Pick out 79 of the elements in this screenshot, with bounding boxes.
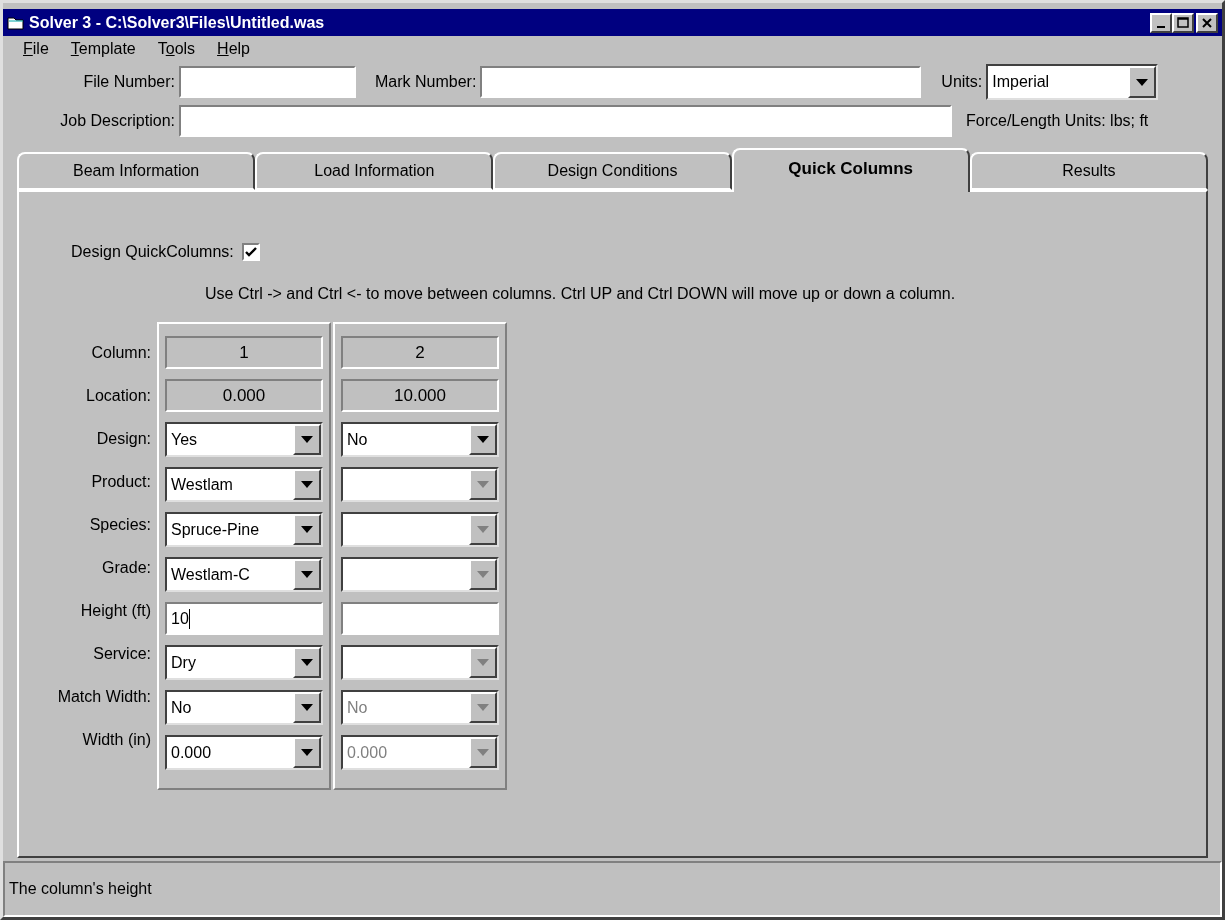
caret-icon [477,659,489,666]
tab[interactable]: Results [969,152,1208,190]
dropdown-field[interactable]: No [341,422,499,457]
row-label: Width (in) [82,729,151,750]
menu-item[interactable]: Tools [157,37,196,61]
input-field[interactable] [480,66,922,98]
minimize-icon [1157,25,1165,28]
dropdown-button[interactable] [293,514,321,545]
dropdown-button[interactable] [293,692,321,723]
row-label: Column: [91,342,151,363]
maximize-button[interactable] [1172,12,1194,33]
close-button[interactable] [1196,12,1218,33]
caret-icon [301,749,313,756]
window-icon [7,14,25,31]
dropdown-field[interactable]: No [165,690,323,725]
dropdown-button[interactable] [293,469,321,500]
close-icon [1202,17,1212,28]
dropdown-button[interactable] [293,737,321,768]
dropdown-field[interactable]: Dry [165,645,323,680]
field-label: Units: [941,72,984,92]
dropdown-field[interactable]: Yes [165,422,323,457]
row-label: Grade: [102,557,151,578]
dropdown-button[interactable] [1128,66,1157,98]
menu-item[interactable]: Template [70,37,136,61]
field-label: Job Description: [59,111,176,131]
dropdown-button[interactable] [293,424,321,455]
menu-item[interactable]: Help [217,37,250,61]
dropdown-field[interactable]: Westlam-C [165,557,323,592]
readonly-field: 10.000 [341,379,499,412]
readonly-field: 1 [165,336,323,369]
maximize-icon [1177,17,1189,28]
instructions-text: Use Ctrl -> and Ctrl <- to move between columns. Ctrl UP and Ctrl DOWN will move up or down a column. [205,284,957,304]
input-field[interactable] [179,105,952,137]
caret-icon [301,526,313,533]
checkbox[interactable] [241,243,260,261]
minimize-button[interactable] [1150,12,1172,33]
check-icon [244,247,257,257]
dropdown-field[interactable]: 0.000 [165,735,323,770]
field-label: Mark Number: [375,72,478,92]
caret-icon [301,704,313,711]
tab[interactable]: Load Information [255,152,494,190]
status-bar: The column's height [3,861,1222,917]
dropdown-field[interactable]: Spruce-Pine [165,512,323,547]
caret-icon [301,436,313,443]
caret-icon [301,571,313,578]
tab[interactable]: Quick Columns [731,148,970,192]
dropdown-field[interactable]: Westlam [165,467,323,502]
row-label: Service: [93,643,151,664]
caret-icon [477,481,489,488]
readonly-field: 2 [341,336,499,369]
tab[interactable]: Beam Information [17,152,256,190]
caret-icon [477,704,489,711]
dropdown-button[interactable] [293,647,321,678]
tab[interactable]: Design Conditions [493,152,732,190]
caret-icon [477,749,489,756]
caret-icon [1136,78,1149,86]
row-label: Location: [86,385,151,406]
window-title: Solver 3 - C:\Solver3\Files\Untitled.was [29,12,326,33]
menu-item[interactable]: File [23,37,49,61]
caret-icon [477,571,489,578]
units-text: Force/Length Units: lbs; ft [966,111,1149,131]
dropdown-field[interactable]: Imperial [986,64,1159,100]
row-label: Match Width: [57,686,151,707]
dropdown-button[interactable] [469,424,497,455]
input-field[interactable] [179,66,356,98]
row-label: Product: [91,471,151,492]
caret-icon [301,481,313,488]
caret-icon [477,526,489,533]
caret-icon [301,659,313,666]
row-label: Design: [96,428,151,449]
input-field[interactable] [341,602,499,635]
dropdown-button[interactable] [293,559,321,590]
row-label: Species: [89,514,151,535]
input-field[interactable]: 10 [165,602,323,635]
field-label: File Number: [82,72,176,92]
readonly-field: 0.000 [165,379,323,412]
caret-icon [477,436,489,443]
row-label: Height (ft) [80,600,151,621]
checkbox-label: Design QuickColumns: [71,242,234,262]
